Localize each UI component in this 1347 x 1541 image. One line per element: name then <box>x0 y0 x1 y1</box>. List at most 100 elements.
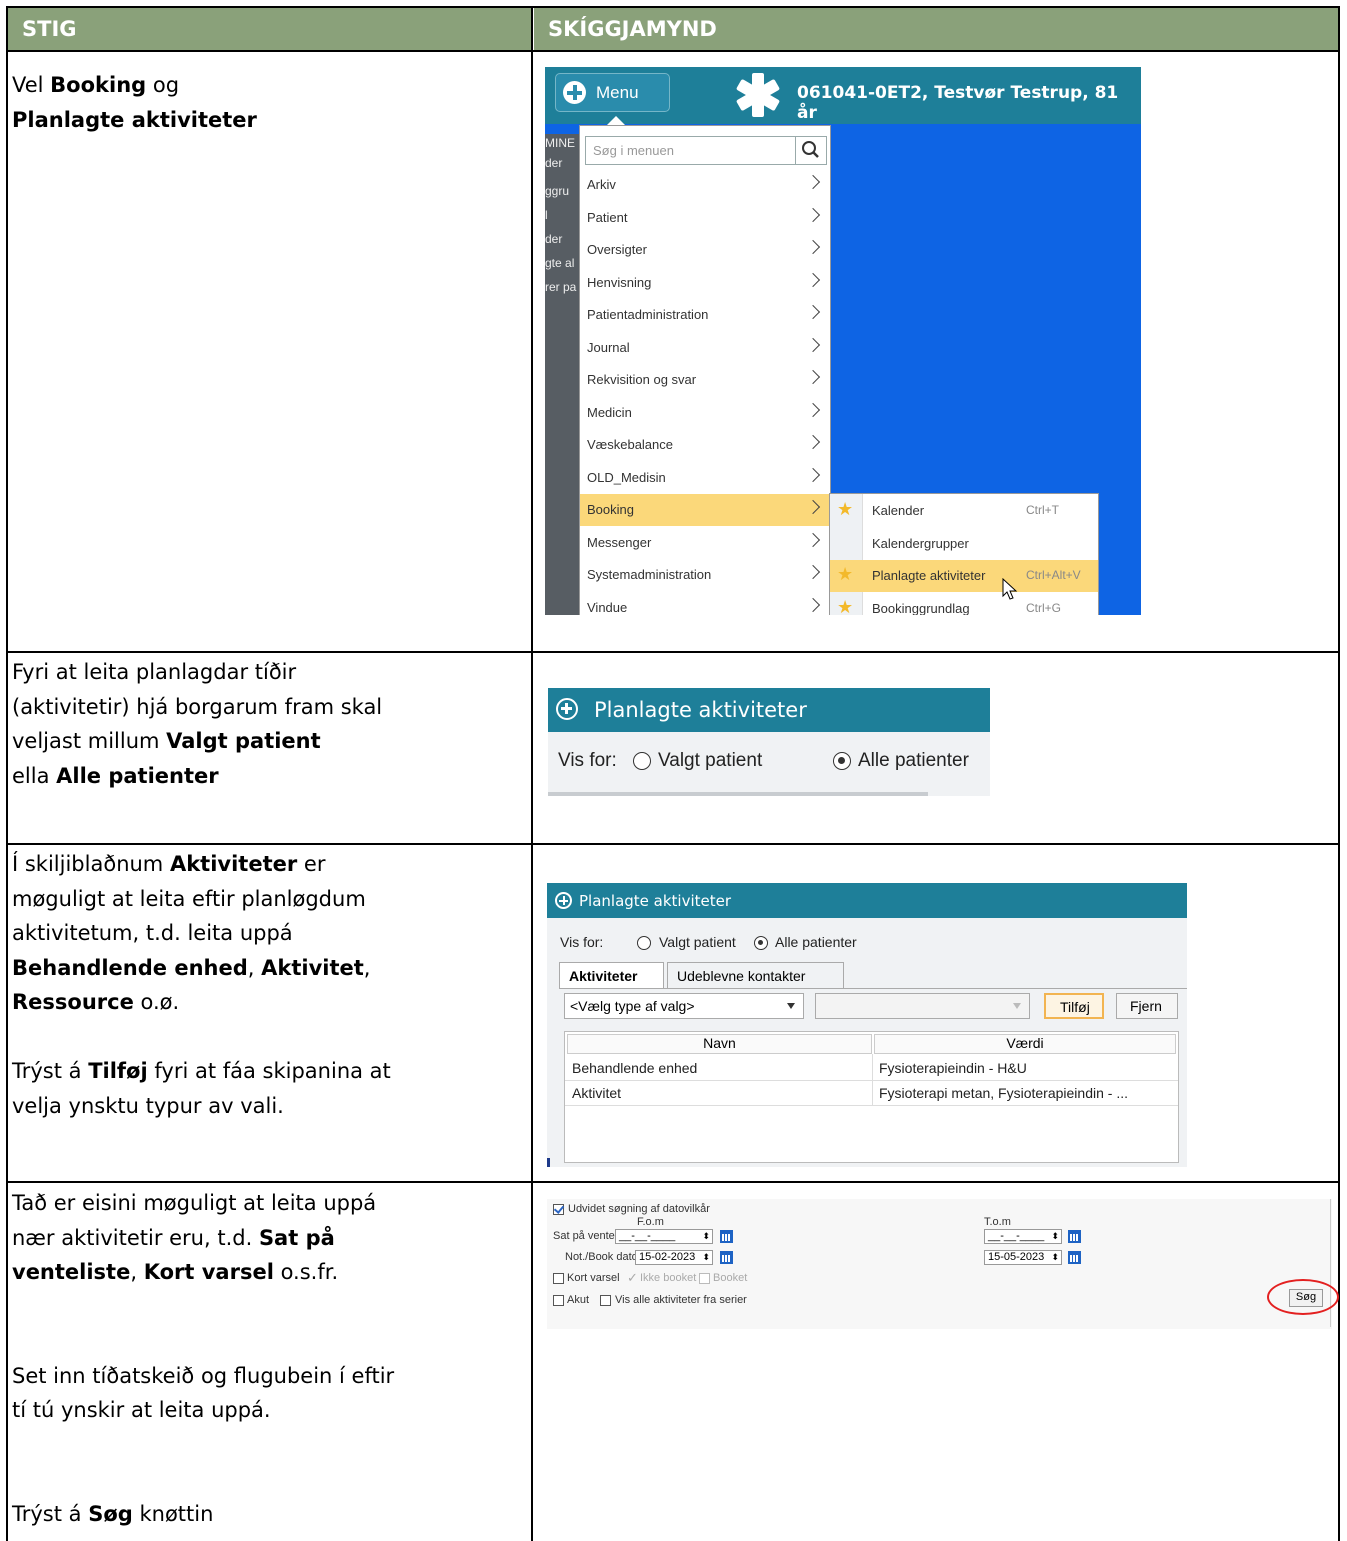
book-dato-from-field[interactable]: 15-02-2023 ⬍ <box>635 1250 713 1265</box>
step-text-run: fyri at fáa skipanina at <box>147 1059 391 1083</box>
spinner-icon[interactable]: ⬍ <box>1051 1252 1059 1263</box>
kort-varsel-label: Kort varsel <box>567 1272 620 1284</box>
step-line: Ressource o.ø. <box>12 985 517 1020</box>
menu-item-label: Oversigter <box>587 242 647 257</box>
menu-item-label: Patientadministration <box>587 307 709 322</box>
calendar-icon[interactable] <box>1068 1230 1081 1243</box>
menu-item-arkiv[interactable]: Arkiv <box>580 169 830 201</box>
menu-item-messenger[interactable]: Messenger <box>580 527 830 559</box>
menu-button[interactable]: Menu <box>555 73 670 112</box>
menu-item-systemadministration[interactable]: Systemadministration <box>580 559 830 591</box>
spinner-icon[interactable]: ⬍ <box>702 1252 710 1263</box>
menu-item-label: Journal <box>587 339 630 355</box>
fjern-button[interactable]: Fjern <box>1116 993 1178 1019</box>
ikke-booket-label: Ikke booket <box>640 1272 697 1284</box>
grid-cell[interactable]: Aktivitet <box>572 1085 621 1101</box>
calendar-icon[interactable] <box>720 1251 733 1264</box>
submenu-item-kalender[interactable]: ★ Kalender Ctrl+T <box>830 495 1098 527</box>
chevron-right-icon <box>805 369 821 385</box>
menu-item-label: Væskebalance <box>587 437 673 452</box>
grid-col-line <box>872 1054 873 1106</box>
chevron-right-icon <box>805 402 821 417</box>
radio-alle-patienter[interactable] <box>754 936 768 950</box>
grid-cell[interactable]: Fysioterapieindin - H&U <box>879 1060 1027 1076</box>
tab-udeblevne-kontakter[interactable]: Udeblevne kontakter <box>667 962 844 989</box>
chevron-right-icon <box>805 499 821 515</box>
menu-button-label: Menu <box>596 83 639 102</box>
screenshot-menu: Menu 061041-0ET2, Testvør Testrup, 81 år… <box>545 67 1141 615</box>
booket-checkbox[interactable] <box>699 1273 710 1284</box>
calendar-icon[interactable] <box>1068 1251 1081 1264</box>
menu-item-henvisning[interactable]: Henvisning <box>580 267 830 299</box>
radio-alle-patienter[interactable] <box>833 752 851 770</box>
grid-cell[interactable]: Fysioterapi metan, Fysioterapieindin - .… <box>879 1085 1128 1101</box>
type-select[interactable]: <Vælg type af valg> <box>564 993 804 1019</box>
book-dato-to-value: 15-05-2023 <box>988 1251 1045 1263</box>
menu-item-rekvisition-og-svar[interactable]: Rekvisition og svar <box>580 364 830 396</box>
menu-item-booking[interactable]: Booking <box>580 494 830 526</box>
radio-valgt-patient[interactable] <box>633 752 651 770</box>
tilfoej-button[interactable]: Tilføj <box>1044 993 1104 1019</box>
venteliste-to-field[interactable]: __-__-____ ⬍ <box>984 1229 1062 1244</box>
step-text-4: Tað er eisini møguligt at leita uppá nær … <box>12 1186 517 1531</box>
chevron-right-icon <box>805 239 821 255</box>
step-bold-term: Ressource <box>12 990 134 1014</box>
menu-item-patientadministration[interactable]: Patientadministration <box>580 299 830 331</box>
menu-item-oversigter[interactable]: Oversigter <box>580 234 830 266</box>
shortcut-label: Ctrl+Alt+V <box>1026 568 1081 582</box>
plus-circle-icon <box>556 698 578 720</box>
spinner-icon[interactable]: ⬍ <box>702 1231 710 1242</box>
value-select[interactable] <box>815 993 1030 1019</box>
radio-valgt-patient[interactable] <box>637 936 651 950</box>
star-icon: ★ <box>837 564 854 584</box>
type-select-value: <Vælg type af valg> <box>570 998 695 1014</box>
step-bold-term: Kort varsel <box>143 1260 274 1284</box>
step-line: tí tú ynskir at leita uppá. <box>12 1393 517 1428</box>
submenu-item-planlagte-aktiviteter[interactable]: ★ Planlagte aktiviteter Ctrl+Alt+V <box>830 560 1098 592</box>
shortcut-label: Ctrl+T <box>1026 503 1059 517</box>
step-line <box>12 1020 517 1055</box>
shortcut-label: Ctrl+G <box>1026 600 1062 615</box>
step-line: Trýst á Tilføj fyri at fáa skipanina at <box>12 1054 517 1089</box>
mouse-cursor-icon <box>1002 578 1018 600</box>
tab-aktiviteter[interactable]: Aktiviteter <box>559 962 664 989</box>
screenshot-date-criteria: Udvidet søgning af datovilkår F.o.m T.o.… <box>547 1199 1339 1329</box>
search-icon[interactable] <box>795 136 826 165</box>
chevron-right-icon <box>805 597 821 612</box>
book-dato-to-field[interactable]: 15-05-2023 ⬍ <box>984 1250 1062 1265</box>
menu-item-journal[interactable]: Journal <box>580 332 830 364</box>
menu-item-label: Rekvisition og svar <box>587 372 697 387</box>
grid-cell[interactable]: Behandlende enhed <box>572 1060 697 1076</box>
extended-search-checkbox[interactable] <box>553 1204 564 1215</box>
table-border-right <box>1338 6 1340 1541</box>
venteliste-from-field[interactable]: __-__-____ ⬍ <box>615 1229 713 1244</box>
venteliste-to-value: __-__-____ <box>988 1230 1045 1242</box>
grid-header-vaerdi: Værdi <box>874 1034 1176 1054</box>
akut-checkbox[interactable] <box>553 1295 564 1306</box>
menu-item-medicin[interactable]: Medicin <box>580 397 830 429</box>
row-divider <box>6 50 1340 52</box>
menu-item-vindue[interactable]: Vindue <box>580 592 830 616</box>
checkmark-icon: ✓ <box>627 1270 638 1285</box>
submenu-item-label: Kalendergrupper <box>872 535 969 551</box>
step-text-run: , <box>363 955 371 980</box>
spinner-icon[interactable]: ⬍ <box>1051 1231 1059 1242</box>
step-line: møguligt at leita eftir planløgdum <box>12 882 517 917</box>
submenu-item-kalendergrupper[interactable]: Kalendergrupper <box>830 528 1098 560</box>
menu-search-input[interactable]: Søg i menuen <box>585 136 827 165</box>
step-line: Tað er eisini møguligt at leita uppá <box>12 1186 517 1221</box>
menu-item-v-skebalance[interactable]: Væskebalance <box>580 429 830 461</box>
step-text-2: Fyri at leita planlagdar tíðir (aktivitet… <box>12 655 517 793</box>
submenu-item-bookinggrundlag[interactable]: ★ Bookinggrundlag Ctrl+G <box>830 593 1098 616</box>
step-bold-term: Valgt patient <box>166 729 321 753</box>
vis-alle-checkbox[interactable] <box>600 1295 611 1306</box>
menu-item-old-medisin[interactable]: OLD_Medisin <box>580 462 830 494</box>
kort-varsel-checkbox[interactable] <box>553 1273 564 1284</box>
step-line: venteliste, Kort varsel o.s.fr. <box>12 1255 517 1290</box>
chevron-right-icon <box>805 207 821 222</box>
tab-udeblevne-label: Udeblevne kontakter <box>677 968 806 984</box>
calendar-icon[interactable] <box>720 1230 733 1243</box>
menu-item-patient[interactable]: Patient <box>580 202 830 234</box>
step-text-run: er <box>297 852 326 876</box>
chevron-right-icon <box>805 304 821 320</box>
